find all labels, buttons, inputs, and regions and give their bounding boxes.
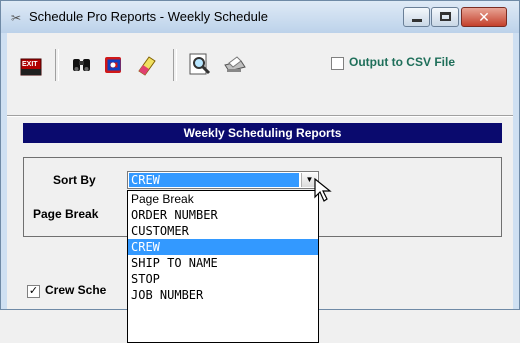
crew-schedule-option[interactable]: ✓ Crew Sche <box>27 283 147 301</box>
sort-by-value: CREW <box>129 173 299 187</box>
printer-icon <box>224 56 246 72</box>
crew-schedule-checkbox[interactable]: ✓ <box>27 285 40 298</box>
dropdown-option[interactable]: SHIP TO NAME <box>128 255 318 271</box>
divider <box>7 115 513 117</box>
toolbar-separator <box>173 49 177 81</box>
window-title: Schedule Pro Reports - Weekly Schedule <box>29 9 268 24</box>
scissors-icon: ✂ <box>11 11 22 25</box>
dropdown-option[interactable]: Page Break <box>128 191 318 207</box>
client-area: EXIT Output to CSV File Weekly Schedulin… <box>7 33 513 343</box>
maximize-button[interactable] <box>431 7 459 27</box>
close-button[interactable]: ✕ <box>461 7 507 27</box>
app-window: ✂ Schedule Pro Reports - Weekly Schedule… <box>0 0 520 343</box>
toolbar: EXIT Output to CSV File <box>7 33 513 103</box>
page-break-label: Page Break <box>33 207 99 221</box>
minimize-icon <box>412 19 422 22</box>
toolbar-separator <box>55 49 59 81</box>
sort-by-label: Sort By <box>53 173 96 187</box>
exit-button[interactable]: EXIT <box>19 51 45 77</box>
crew-schedule-label: Crew Sche <box>45 283 107 297</box>
print-button[interactable] <box>221 51 247 77</box>
dropdown-option[interactable]: CUSTOMER <box>128 223 318 239</box>
minimize-button[interactable] <box>403 7 430 27</box>
dropdown-option[interactable]: ORDER NUMBER <box>128 207 318 223</box>
print-preview-icon <box>189 53 211 75</box>
close-icon: ✕ <box>478 9 490 25</box>
eraser-icon <box>138 56 156 76</box>
refresh-icon <box>105 57 121 73</box>
mouse-cursor-icon <box>314 177 332 202</box>
report-banner: Weekly Scheduling Reports <box>23 123 502 143</box>
dropdown-option[interactable]: JOB NUMBER <box>128 287 318 303</box>
sort-by-select[interactable]: CREW ▼ <box>127 171 319 189</box>
sort-by-dropdown-list[interactable]: Page Break ORDER NUMBER CUSTOMER CREW SH… <box>127 190 319 343</box>
exit-text: EXIT <box>22 61 38 68</box>
print-preview-button[interactable] <box>187 51 213 77</box>
csv-output-option[interactable]: Output to CSV File <box>327 55 507 73</box>
csv-output-label: Output to CSV File <box>349 55 455 69</box>
dropdown-option[interactable]: STOP <box>128 271 318 287</box>
binoculars-icon <box>73 59 90 71</box>
dropdown-option-selected[interactable]: CREW <box>128 239 318 255</box>
refresh-button[interactable] <box>101 51 127 77</box>
csv-output-checkbox[interactable] <box>331 57 344 70</box>
maximize-icon <box>440 12 451 21</box>
find-button[interactable] <box>69 51 95 77</box>
title-bar[interactable]: ✂ Schedule Pro Reports - Weekly Schedule… <box>1 1 519 33</box>
clear-button[interactable] <box>133 51 159 77</box>
